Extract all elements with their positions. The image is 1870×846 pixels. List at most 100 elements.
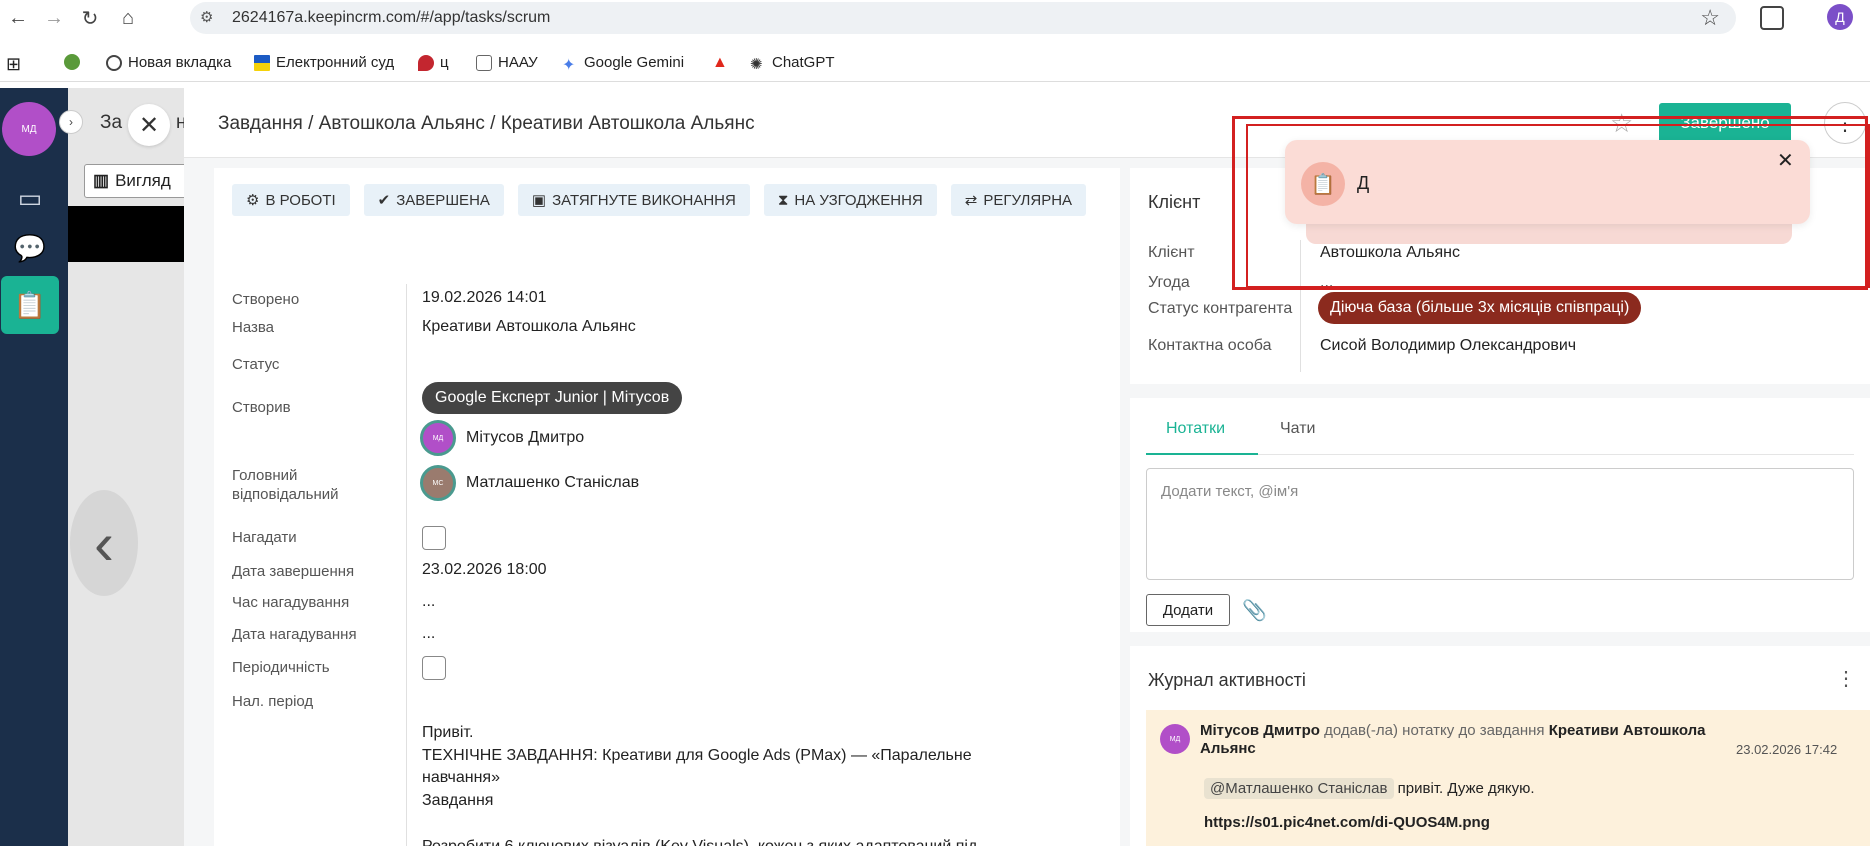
mention-tag[interactable]: @Матлашенко Станіслав — [1204, 778, 1394, 799]
bookmark-acrobat[interactable]: ▲ — [712, 54, 728, 71]
check-circle-icon: ✔ — [377, 192, 391, 209]
creator-name: Мітусов Дмитро — [466, 429, 585, 446]
tab-chats[interactable]: Чати — [1280, 420, 1315, 438]
attach-icon[interactable]: 📎 — [1242, 598, 1267, 623]
due-label: Дата завершення — [232, 563, 355, 580]
prev-arrow-icon[interactable]: ‹ — [70, 490, 138, 596]
view-label: Вигляд — [115, 171, 171, 190]
deal-label: Угода — [1148, 274, 1190, 291]
due-value[interactable]: 23.02.2026 18:00 — [422, 560, 547, 580]
client-label: Клієнт — [1148, 244, 1195, 261]
bookmark-label: НААУ — [498, 54, 538, 71]
note-input[interactable]: Додати текст, @ім'я — [1146, 468, 1854, 580]
responsible-avatar: МС — [420, 465, 456, 501]
completed-button[interactable]: ✔ ЗАВЕРШЕНА — [363, 184, 504, 216]
view-button[interactable]: ▥ Вигляд — [84, 164, 194, 198]
responsible-label: Головний відповідальний — [232, 467, 339, 503]
remind-time-label: Час нагадування — [232, 594, 350, 611]
entry-link[interactable]: https://s01.pic4net.com/di-QUOS4M.png — [1204, 814, 1490, 831]
bookmark-court[interactable]: Електронний суд — [254, 54, 394, 71]
journal-title: Журнал активності — [1148, 670, 1306, 690]
address-bar[interactable]: ⚙ 2624167a.keepincrm.com/#/app/tasks/scr… — [190, 2, 1736, 34]
breadcrumb: Завдання / Автошкола Альянс / Креативи А… — [218, 113, 755, 134]
status-label: Статус — [232, 356, 280, 373]
remind-date-label: Дата нагадування — [232, 626, 357, 643]
bookmark-naau[interactable]: НААУ — [476, 54, 538, 71]
status-badge[interactable]: Google Експерт Junior | Мітусов — [422, 382, 683, 414]
created-value: 19.02.2026 14:01 — [422, 289, 547, 306]
tasks-icon[interactable]: 📋 — [1, 276, 59, 334]
action-label: В РОБОТІ — [265, 191, 336, 209]
description-line: Привіт. — [422, 724, 474, 741]
recurring-button[interactable]: ⇄ РЕГУЛЯРНА — [950, 184, 1087, 216]
creator-avatar: МД — [420, 420, 456, 456]
remind-label: Нагадати — [232, 529, 297, 546]
add-note-button[interactable]: Додати — [1146, 594, 1230, 626]
back-icon[interactable]: ← — [4, 4, 32, 32]
bookmarks-bar: ⊞ Новая вкладка Електронний суд ц НААУ ✦… — [0, 44, 1870, 82]
chat-icon[interactable]: 💬 — [12, 230, 48, 266]
site-settings-icon[interactable]: ⚙ — [200, 8, 220, 28]
remind-checkbox[interactable] — [422, 526, 446, 550]
active-tab-indicator — [1146, 453, 1258, 455]
in-progress-button[interactable]: ⚙ В РОБОТІ — [232, 184, 350, 216]
bookmark-label: Новая вкладка — [128, 54, 232, 71]
app-sidebar: МД › ▭ 💬 📋 — [0, 88, 83, 846]
bookmark-new-tab[interactable]: Новая вкладка — [106, 54, 231, 71]
creator-label: Створив — [232, 399, 291, 416]
profile-avatar[interactable]: Д — [1827, 4, 1853, 30]
reload-icon[interactable]: ↻ — [76, 4, 104, 32]
description-line: ТЕХНІЧНЕ ЗАВДАННЯ: Креативи для Google A… — [422, 747, 972, 786]
apps-grid-icon[interactable]: ⊞ — [6, 54, 21, 75]
activity-journal-card: Журнал активності ⋮ МД Мітусов Дмитро до… — [1130, 646, 1870, 846]
repeat-icon: ⇄ — [964, 192, 978, 209]
responsible-name: Матлашенко Станіслав — [466, 474, 640, 491]
status-actions: ⚙ В РОБОТІ ✔ ЗАВЕРШЕНА ▣ ЗАТЯГНУТЕ ВИКОНАНН… — [232, 184, 1087, 216]
description-line: Завдання — [422, 792, 494, 809]
bookmark-gemini[interactable]: ✦ Google Gemini — [562, 54, 684, 74]
extensions-icon[interactable] — [1760, 6, 1784, 30]
bookmark-chatgpt[interactable]: ✺ ChatGPT — [750, 54, 835, 73]
contact-label: Контактна особа — [1148, 337, 1272, 354]
delayed-button[interactable]: ▣ ЗАТЯГНУТЕ ВИКОНАННЯ — [517, 184, 750, 216]
chatgpt-icon: ✺ — [750, 55, 763, 73]
name-value[interactable]: Креативи Автошкола Альянс — [422, 317, 636, 337]
forward-icon[interactable]: → — [40, 4, 68, 32]
notes-card: Нотатки Чати Додати текст, @ім'я Додати … — [1130, 398, 1870, 632]
client-status-label: Статус контрагента — [1148, 300, 1293, 317]
name-label: Назва — [232, 319, 275, 336]
created-label: Створено — [232, 291, 300, 308]
journal-more-icon[interactable]: ⋮ — [1836, 666, 1856, 691]
remind-date-value[interactable]: ... — [422, 624, 435, 644]
periodic-checkbox[interactable] — [422, 656, 446, 680]
monitor-icon[interactable]: ▭ — [12, 180, 48, 216]
client-status-badge: Діюча база (більше 3х місяців співпраці) — [1318, 292, 1642, 324]
acrobat-icon: ▲ — [712, 54, 728, 71]
task-details-card: ⚙ В РОБОТІ ✔ ЗАВЕРШЕНА ▣ ЗАТЯГНУТЕ ВИКОНАНН… — [214, 168, 1120, 846]
home-icon[interactable]: ⌂ — [114, 4, 142, 32]
highlight-box-inner — [1246, 124, 1870, 288]
creator[interactable]: МД Мітусов Дмитро — [420, 420, 584, 456]
bookmark-label: ChatGPT — [772, 54, 835, 71]
url-text: 2624167a.keepincrm.com/#/app/tasks/scrum — [232, 9, 551, 26]
expand-sidebar-icon[interactable]: › — [59, 110, 83, 134]
remind-time-value[interactable]: ... — [422, 592, 435, 612]
bookmark-star-icon[interactable]: ☆ — [1700, 5, 1720, 31]
entry-avatar: МД — [1160, 724, 1190, 754]
tab-notes[interactable]: Нотатки — [1166, 420, 1225, 438]
action-label: ЗАТЯГНУТЕ ВИКОНАННЯ — [552, 191, 736, 209]
close-modal-button[interactable]: ✕ — [128, 104, 170, 146]
responsible[interactable]: МС Матлашенко Станіслав — [420, 465, 639, 501]
naau-icon — [476, 54, 492, 71]
hourglass-icon: ⧗ — [777, 191, 789, 209]
bookmark-c[interactable]: ц — [418, 54, 449, 71]
contact-value[interactable]: Сисой Володимир Олександрович — [1320, 337, 1576, 355]
browser-toolbar: ← → ↻ ⌂ ⚙ 2624167a.keepincrm.com/#/app/t… — [0, 0, 1870, 36]
client-card-title: Клієнт — [1148, 192, 1201, 212]
approval-button[interactable]: ⧗ НА УЗГОДЖЕННЯ — [763, 184, 937, 216]
journal-entry: МД Мітусов Дмитро додав(-ла) нотатку до … — [1146, 710, 1870, 846]
bookmark-utorrent[interactable] — [64, 54, 80, 70]
user-avatar[interactable]: МД — [2, 102, 56, 156]
bookmark-label: Електронний суд — [276, 54, 395, 71]
periodic-label: Періодичність — [232, 659, 330, 676]
